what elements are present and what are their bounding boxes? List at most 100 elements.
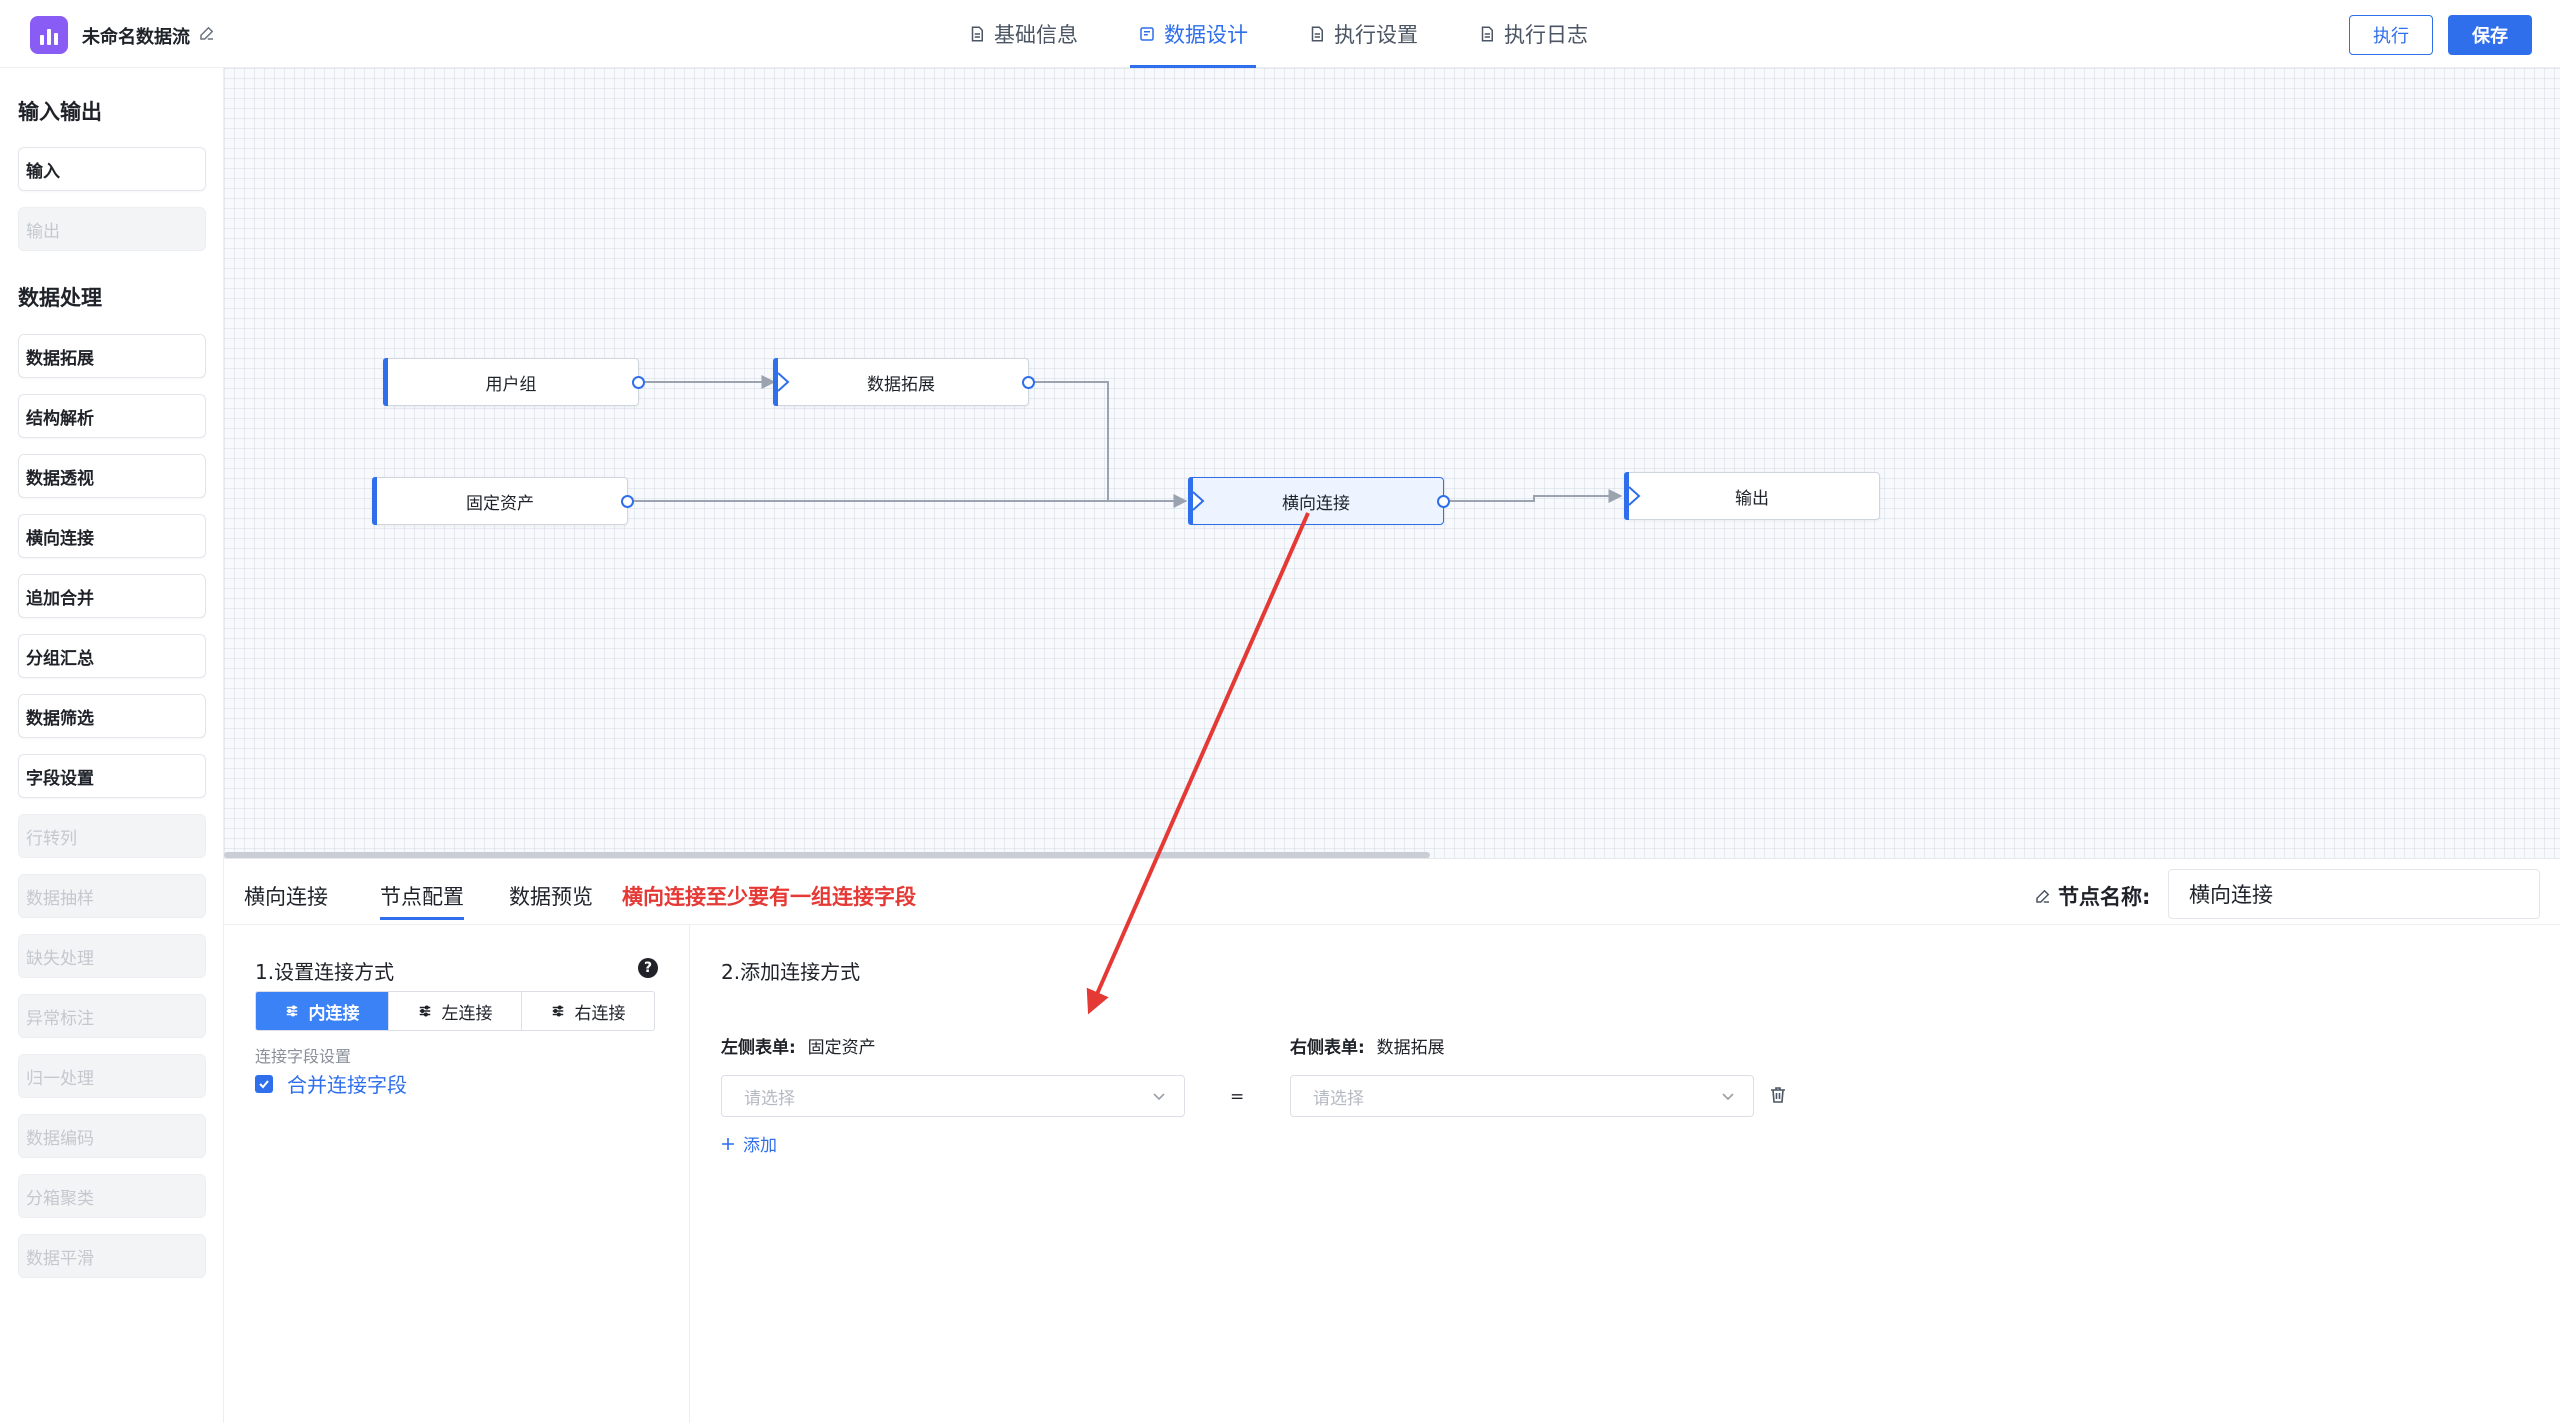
tab-label: 数据设计 xyxy=(1164,23,1248,47)
help-icon[interactable]: ? xyxy=(638,958,658,978)
node-name-label-text: 节点名称: xyxy=(2058,885,2151,909)
right-table-value: 数据拓展 xyxy=(1376,1038,1445,1058)
section-title-io: 输入输出 xyxy=(18,100,102,124)
node-config-panel: 横向连接 节点配置 数据预览 横向连接至少要有一组连接字段 节点名称: 1.设置… xyxy=(224,858,2560,1423)
node-name-label: 节点名称: xyxy=(2034,881,2150,911)
tab-data-preview[interactable]: 数据预览 xyxy=(509,881,593,911)
document-icon xyxy=(1311,26,1323,42)
design-icon xyxy=(1140,27,1154,41)
right-table-caption: 右侧表单: xyxy=(1290,1038,1365,1058)
sidebar-item-row-to-column: 行转列 xyxy=(18,814,206,858)
left-join-button[interactable]: 左连接 xyxy=(389,992,522,1030)
flow-edges xyxy=(628,375,1623,508)
sidebar-item-input[interactable]: 输入 xyxy=(18,147,206,191)
document-icon xyxy=(1481,26,1493,42)
node-user-group[interactable]: 用户组 xyxy=(383,358,645,406)
delete-trash-icon[interactable] xyxy=(1768,1085,1788,1105)
edit-icon xyxy=(2036,889,2050,903)
sidebar-item-horizontal-join[interactable]: 横向连接 xyxy=(18,514,206,558)
merge-fields-checkbox[interactable] xyxy=(255,1074,273,1093)
sidebar-item-data-expand[interactable]: 数据拓展 xyxy=(18,334,206,378)
input-port-icon[interactable] xyxy=(1191,490,1205,512)
left-select-placeholder: 请选择 xyxy=(744,1088,795,1109)
output-port[interactable] xyxy=(632,376,645,389)
app-title: 未命名数据流 xyxy=(82,27,190,48)
join-field-settings-label: 连接字段设置 xyxy=(255,1047,352,1066)
sidebar-item-structure-parse[interactable]: 结构解析 xyxy=(18,394,206,438)
inner-join-button[interactable]: 内连接 xyxy=(256,992,389,1030)
tab-data-design[interactable]: 数据设计 xyxy=(1130,0,1256,68)
edit-title-icon[interactable] xyxy=(198,24,216,42)
edge-join-to-output xyxy=(1444,489,1623,503)
equals-sign: = xyxy=(1230,1087,1245,1107)
sidebar-item-normalization: 归一处理 xyxy=(18,1054,206,1098)
output-port[interactable] xyxy=(1022,376,1035,389)
document-icon xyxy=(971,26,983,42)
node-data-expand[interactable]: 数据拓展 xyxy=(773,358,1035,406)
output-port[interactable] xyxy=(1437,495,1450,508)
sidebar-item-data-pivot[interactable]: 数据透视 xyxy=(18,454,206,498)
filter-sliders-icon xyxy=(552,1005,563,1017)
check-icon xyxy=(259,1079,269,1088)
sidebar-item-binning-clustering: 分箱聚类 xyxy=(18,1174,206,1218)
input-port-icon[interactable] xyxy=(776,371,790,393)
node-label: 输出 xyxy=(1735,488,1769,509)
tab-basic-info[interactable]: 基础信息 xyxy=(960,0,1086,68)
join-fields-section: 2.添加连接方式 左侧表单: 固定资产 右侧表单: 数据拓展 请选择 = 请选择… xyxy=(690,925,2560,1423)
merge-fields-label: 合并连接字段 xyxy=(287,1073,407,1097)
tab-exec-log[interactable]: 执行日志 xyxy=(1470,0,1596,68)
sidebar-item-anomaly-marking: 异常标注 xyxy=(18,994,206,1038)
join-type-title: 1.设置连接方式 xyxy=(255,960,395,984)
top-header: 未命名数据流 基础信息 数据设计 执行设置 执行日志 执行 保存 xyxy=(0,0,2560,68)
node-fixed-assets[interactable]: 固定资产 xyxy=(372,477,634,525)
node-label: 横向连接 xyxy=(1282,493,1350,514)
join-fields-title: 2.添加连接方式 xyxy=(721,960,861,984)
right-field-select[interactable]: 请选择 xyxy=(1290,1075,1754,1117)
sidebar-item-data-filter[interactable]: 数据筛选 xyxy=(18,694,206,738)
tab-node-config[interactable]: 节点配置 xyxy=(380,881,464,920)
sidebar-item-group-summary[interactable]: 分组汇总 xyxy=(18,634,206,678)
node-label: 用户组 xyxy=(485,374,537,395)
sidebar-item-append-merge[interactable]: 追加合并 xyxy=(18,574,206,618)
node-label: 数据拓展 xyxy=(867,374,935,395)
node-label: 固定资产 xyxy=(466,493,534,514)
app-logo-icon xyxy=(30,16,68,54)
node-output[interactable]: 输出 xyxy=(1624,472,1880,520)
tab-label: 执行日志 xyxy=(1504,23,1588,47)
sidebar-item-data-sampling: 数据抽样 xyxy=(18,874,206,918)
right-select-placeholder: 请选择 xyxy=(1313,1088,1364,1109)
left-table-value: 固定资产 xyxy=(807,1038,876,1058)
validation-error: 横向连接至少要有一组连接字段 xyxy=(622,885,916,909)
left-field-select[interactable]: 请选择 xyxy=(721,1075,1185,1117)
add-label: 添加 xyxy=(743,1136,777,1156)
filter-sliders-icon xyxy=(286,1005,297,1017)
right-join-button[interactable]: 右连接 xyxy=(522,992,654,1030)
tab-exec-settings[interactable]: 执行设置 xyxy=(1300,0,1426,68)
section-title-processing: 数据处理 xyxy=(18,286,102,310)
chevron-down-icon xyxy=(1153,1093,1165,1101)
node-name-input[interactable] xyxy=(2168,869,2540,919)
tab-node-type[interactable]: 横向连接 xyxy=(244,881,328,911)
save-button[interactable]: 保存 xyxy=(2448,15,2532,55)
tab-label: 基础信息 xyxy=(994,23,1078,47)
left-table-label: 左侧表单: 固定资产 xyxy=(721,1033,876,1058)
output-port[interactable] xyxy=(621,495,634,508)
join-label: 左连接 xyxy=(441,1003,493,1024)
edge-data-expand-to-join xyxy=(1029,381,1109,501)
sidebar-item-field-settings[interactable]: 字段设置 xyxy=(18,754,206,798)
execute-button[interactable]: 执行 xyxy=(2349,15,2433,55)
filter-sliders-icon xyxy=(419,1005,430,1017)
node-horizontal-join[interactable]: 横向连接 xyxy=(1188,477,1450,525)
join-type-section: 1.设置连接方式 ? 内连接 左连接 右连接 连接字段设置 合并连接字段 xyxy=(224,925,690,1423)
add-join-condition-button[interactable]: 添加 xyxy=(721,1131,777,1156)
sidebar-item-output: 输出 xyxy=(18,207,206,251)
input-port-icon[interactable] xyxy=(1627,485,1641,507)
flow-canvas[interactable]: 用户组 数据拓展 固定资产 横向连接 输出 xyxy=(224,68,2560,858)
panel-tabs: 横向连接 节点配置 数据预览 横向连接至少要有一组连接字段 节点名称: xyxy=(224,859,2560,925)
join-label: 内连接 xyxy=(308,1003,360,1024)
main-tabs: 基础信息 数据设计 执行设置 执行日志 xyxy=(960,0,1640,68)
merge-fields-checkbox-row[interactable]: 合并连接字段 xyxy=(255,1069,407,1098)
right-table-label: 右侧表单: 数据拓展 xyxy=(1290,1033,1445,1058)
join-label: 右连接 xyxy=(574,1003,626,1024)
plus-icon xyxy=(722,1137,734,1150)
